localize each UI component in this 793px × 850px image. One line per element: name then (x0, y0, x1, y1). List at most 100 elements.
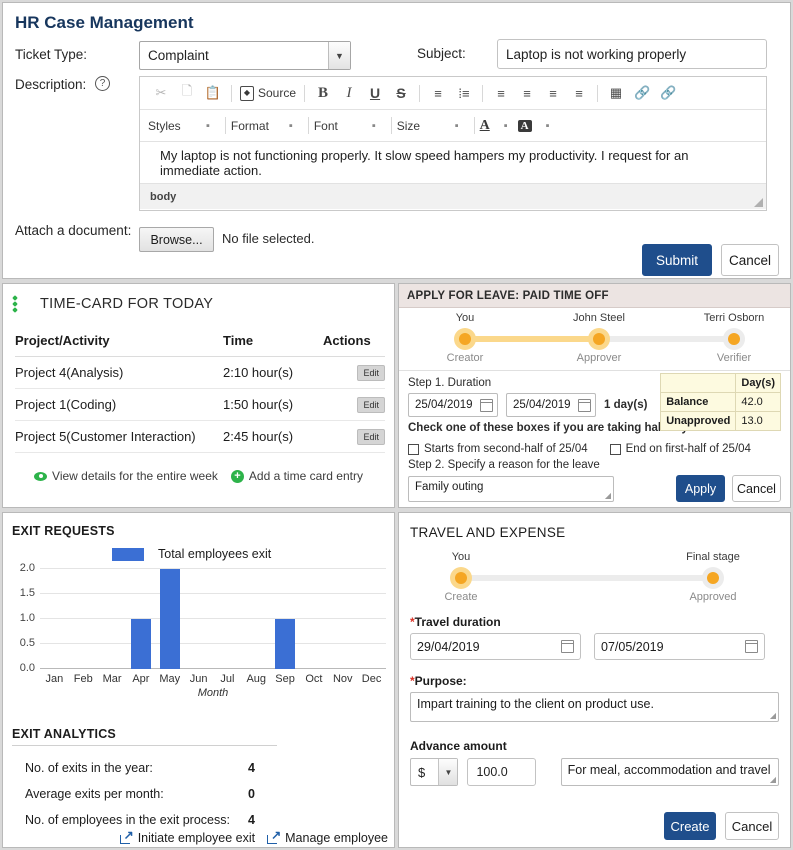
manage-employee-label: Manage employee (285, 831, 388, 845)
leave-cancel-button[interactable]: Cancel (732, 475, 781, 502)
chart-y-tick: 0.5 (19, 637, 35, 649)
table-icon[interactable]: ▦ (603, 82, 629, 104)
resize-handle-icon[interactable]: ◢ (605, 491, 611, 500)
chart-x-tick: Nov (332, 673, 353, 685)
travel-step-1-dot[interactable] (450, 567, 472, 589)
travel-approval-stepper: You Create Final stage Approved (399, 547, 790, 609)
timecard-title: TIME-CARD FOR TODAY (40, 296, 214, 312)
resize-handle-icon[interactable]: ◢ (770, 775, 776, 784)
step-2-bottom-label: Approver (576, 352, 622, 364)
currency-select[interactable]: $ ▼ (410, 758, 459, 786)
leave-date-to[interactable]: 25/04/2019 (506, 393, 596, 417)
stepper-track-active (465, 336, 600, 342)
format-dropdown[interactable]: Format ▪ (231, 119, 303, 133)
page-title: HR Case Management (15, 13, 194, 32)
subject-input[interactable]: Laptop is not working properly (497, 39, 767, 69)
amount-input[interactable]: 100.0 (467, 758, 536, 786)
step-dot-inner (459, 333, 471, 345)
font-dropdown[interactable]: Font ▪ (314, 119, 386, 133)
cut-icon[interactable]: ✂ (148, 82, 174, 104)
submit-button[interactable]: Submit (642, 244, 712, 276)
link-icon[interactable]: 🔗 (629, 82, 655, 104)
numbered-list-icon[interactable]: ≡ (425, 82, 451, 104)
editor-element-path: body (140, 184, 766, 209)
chart-y-tick: 2.0 (19, 562, 35, 574)
browse-button[interactable]: Browse... (139, 227, 214, 252)
start-second-half-checkbox[interactable]: Starts from second-half of 25/04 (408, 443, 588, 455)
align-left-icon[interactable]: ≡ (488, 82, 514, 104)
end-first-half-checkbox[interactable]: End on first-half of 25/04 (609, 443, 751, 455)
calendar-icon[interactable] (561, 640, 574, 653)
apply-button[interactable]: Apply (676, 475, 725, 502)
checkbox-icon[interactable] (408, 443, 419, 455)
manage-employee-link[interactable]: Manage employee (267, 828, 388, 845)
styles-dropdown[interactable]: Styles ▪ (148, 119, 220, 133)
subject-value: Laptop is not working properly (506, 46, 687, 62)
step-1-top-label: You (455, 312, 475, 324)
format-label: Format (230, 118, 269, 133)
leave-reason-textarea[interactable]: Family outing ◢ (408, 476, 614, 502)
purpose-value: Impart training to the client on product… (417, 697, 654, 711)
align-right-icon[interactable]: ≡ (540, 82, 566, 104)
analytics-label-0: No. of exits in the year: (25, 761, 153, 775)
copy-icon[interactable]: 🗋 (174, 82, 200, 104)
paste-icon[interactable]: 📋 (200, 82, 226, 104)
stepper-track-inactive (599, 336, 734, 342)
step-1-dot[interactable] (454, 328, 476, 350)
purpose-textarea[interactable]: Impart training to the client on product… (410, 692, 779, 722)
calendar-icon[interactable] (745, 640, 758, 653)
timecard-panel: TIME-CARD FOR TODAY Project/Activity Tim… (2, 283, 395, 508)
size-dropdown[interactable]: Size ▪ (397, 119, 469, 133)
step-2-top-label: John Steel (573, 312, 625, 324)
apply-leave-panel: APPLY FOR LEAVE: PAID TIME OFF You Creat… (398, 283, 791, 508)
align-center-icon[interactable]: ≡ (514, 82, 540, 104)
italic-button[interactable]: I (336, 82, 362, 104)
resize-handle-icon[interactable]: ◢ (770, 711, 776, 720)
edit-button[interactable]: Edit (357, 365, 385, 381)
unapproved-value: 13.0 (735, 411, 781, 431)
chart-x-tick: Dec (361, 673, 382, 685)
checkbox-icon[interactable] (609, 443, 621, 455)
step-3-dot[interactable] (723, 328, 745, 350)
cell-actions: Edit (323, 420, 385, 453)
chevron-down-icon: ▪ (288, 119, 293, 132)
ticket-type-select[interactable]: Complaint ▼ (139, 41, 351, 70)
help-icon[interactable]: ? (95, 76, 110, 91)
edit-button[interactable]: Edit (357, 429, 385, 445)
calendar-icon[interactable] (578, 398, 591, 412)
unlink-icon[interactable]: 🔗 (655, 82, 681, 104)
travel-step-2-dot[interactable] (702, 567, 724, 589)
travel-date-to[interactable]: 07/05/2019 (594, 633, 765, 660)
bulleted-list-icon[interactable]: ⁞≡ (451, 82, 477, 104)
bold-button[interactable]: B (310, 82, 336, 104)
initiate-employee-exit-link[interactable]: Initiate employee exit (119, 828, 255, 845)
legend-label: Total employees exit (158, 547, 272, 561)
halfday-checkbox-row: Starts from second-half of 25/04 End on … (408, 443, 781, 455)
leave-date-from[interactable]: 25/04/2019 (408, 393, 498, 417)
create-button[interactable]: Create (664, 812, 716, 840)
edit-button[interactable]: Edit (357, 397, 385, 413)
cell-time: 2:10 hour(s) (223, 356, 323, 389)
justify-icon[interactable]: ≡ (566, 82, 592, 104)
rich-text-editor[interactable]: ✂ 🗋 📋 ◆ Source B I U S ≡ ⁞≡ ≡ ≡ ≡ ≡ ▦ 🔗 … (139, 76, 767, 211)
text-color-button[interactable]: A ▪ (480, 118, 518, 134)
travel-date-from[interactable]: 29/04/2019 (410, 633, 581, 660)
exit-analytics-title: EXIT ANALYTICS (12, 727, 116, 741)
styles-label: Styles (148, 118, 181, 133)
calendar-icon[interactable] (480, 398, 493, 412)
step-2-dot[interactable] (588, 328, 610, 350)
background-color-button[interactable]: A ▪ (517, 119, 560, 132)
chart-x-tick: Feb (73, 673, 93, 685)
editor-content[interactable]: My laptop is not functioning properly. I… (140, 142, 766, 184)
view-week-details-link[interactable]: View details for the entire week (34, 469, 218, 483)
strikethrough-button[interactable]: S (388, 82, 414, 104)
cancel-button[interactable]: Cancel (721, 244, 779, 276)
source-button[interactable]: ◆ Source (237, 85, 299, 101)
travel-cancel-button[interactable]: Cancel (725, 812, 779, 840)
toolbar-divider (224, 117, 226, 134)
add-timecard-entry-link[interactable]: + Add a time card entry (230, 469, 363, 483)
amount-note-textarea[interactable]: For meal, accommodation and travel ◢ (560, 758, 779, 786)
underline-button[interactable]: U (362, 82, 388, 104)
element-path-body[interactable]: body (150, 191, 176, 203)
resize-handle-icon[interactable] (754, 198, 763, 207)
